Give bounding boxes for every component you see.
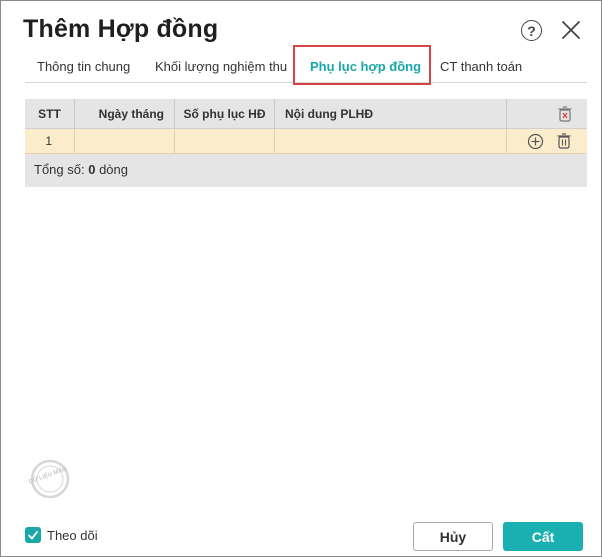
help-button[interactable]: ? — [521, 20, 542, 41]
tab-general-info[interactable]: Thông tin chung — [37, 54, 130, 83]
column-header-stt[interactable]: STT — [25, 99, 75, 129]
tab-bar: Thông tin chung Khối lượng nghiệm thu Ph… — [25, 54, 587, 83]
tab-contract-appendix[interactable]: Phụ lục hợp đồng — [310, 54, 421, 83]
follow-checkbox[interactable]: Theo dõi — [25, 526, 98, 544]
cell-content[interactable] — [275, 129, 507, 153]
cancel-button[interactable]: Hủy — [413, 522, 493, 551]
delete-row-button[interactable] — [555, 132, 573, 150]
row-count-suffix: dòng — [99, 162, 128, 177]
column-header-date[interactable]: Ngày tháng — [75, 99, 175, 129]
row-count-value: 0 — [88, 162, 96, 177]
checkbox-checked[interactable] — [25, 527, 41, 543]
table-row[interactable]: 1 — [25, 129, 587, 154]
close-icon — [562, 21, 580, 39]
grid-row-count: Tổng số: 0 dòng — [34, 162, 128, 177]
row-count-prefix: Tổng số: — [34, 162, 85, 177]
delete-all-icon — [558, 106, 572, 122]
tab-acceptance-volume[interactable]: Khối lượng nghiệm thu — [155, 54, 287, 83]
close-button[interactable] — [559, 18, 583, 42]
follow-label: Theo dõi — [47, 527, 98, 543]
delete-all-button[interactable] — [556, 105, 574, 123]
grid-header: STT Ngày tháng Số phụ lục HĐ Nội dung PL… — [25, 99, 587, 129]
cell-date[interactable] — [75, 129, 175, 153]
add-circle-icon — [527, 133, 544, 150]
trash-icon — [557, 133, 571, 149]
checkmark-icon — [28, 531, 38, 540]
question-circle-icon: ? — [527, 22, 536, 39]
appendix-grid: STT Ngày tháng Số phụ lục HĐ Nội dung PL… — [25, 99, 587, 187]
add-contract-dialog: Thêm Hợp đồng ? Thông tin chung Khối lượ… — [0, 0, 602, 557]
save-button[interactable]: Cất — [503, 522, 583, 551]
cell-stt[interactable]: 1 — [25, 129, 75, 153]
dialog-title: Thêm Hợp đồng — [23, 15, 219, 43]
add-row-button[interactable] — [527, 133, 544, 150]
column-header-content[interactable]: Nội dung PLHĐ — [275, 99, 507, 129]
sample-data-stamp: DỮ LIỆU MẪU — [18, 458, 76, 500]
column-header-appendix-no[interactable]: Số phụ lục HĐ — [175, 99, 275, 129]
cell-appendix-no[interactable] — [175, 129, 275, 153]
tab-payment-details[interactable]: CT thanh toán — [440, 54, 522, 83]
